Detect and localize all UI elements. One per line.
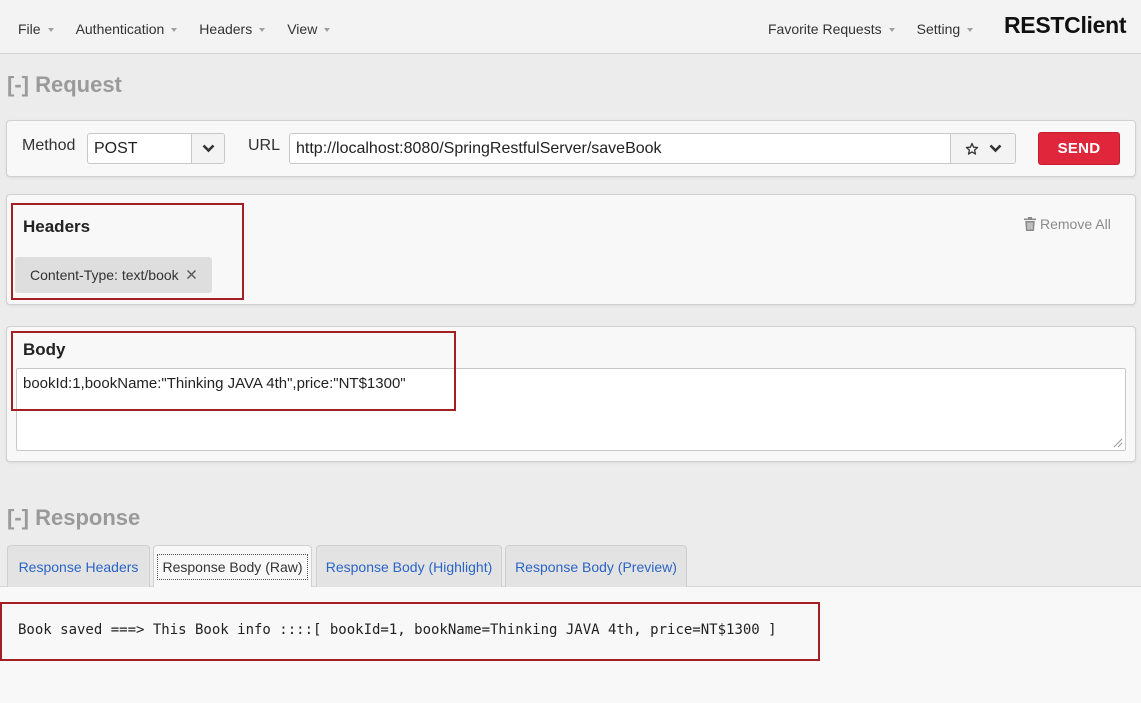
- tab-response-body-raw[interactable]: Response Body (Raw): [153, 545, 312, 587]
- menu-authentication-label: Authentication: [75, 21, 165, 37]
- trash-icon: [1024, 217, 1036, 231]
- url-label: URL: [248, 137, 281, 154]
- chevron-down-icon[interactable]: [191, 134, 224, 163]
- body-textarea[interactable]: bookId:1,bookName:"Thinking JAVA 4th",pr…: [16, 368, 1126, 451]
- tab-response-body-preview[interactable]: Response Body (Preview): [505, 545, 687, 587]
- caret-down-icon: [47, 27, 54, 32]
- remove-all-headers-button[interactable]: Remove All: [1024, 216, 1111, 232]
- close-icon[interactable]: [186, 267, 197, 283]
- headers-panel: Headers Content-Type: text/book Remove A…: [6, 194, 1136, 305]
- url-favorites-addon[interactable]: [950, 134, 1015, 163]
- menu-view-label: View: [287, 21, 318, 37]
- menu-setting-label: Setting: [916, 21, 961, 37]
- remove-all-label: Remove All: [1040, 216, 1111, 232]
- tab-response-body-preview-label: Response Body (Preview): [515, 558, 677, 575]
- url-input[interactable]: [290, 134, 950, 163]
- response-body-pane: Book saved ===> This Book info ::::[ boo…: [0, 587, 1141, 703]
- method-value: POST: [94, 140, 138, 157]
- url-input-group: [289, 133, 1016, 164]
- caret-down-icon: [324, 27, 331, 32]
- body-heading: Body: [23, 340, 66, 359]
- tab-response-body-highlight-label: Response Body (Highlight): [325, 558, 493, 575]
- menu-authentication[interactable]: Authentication: [65, 0, 189, 54]
- app-brand: RESTClient: [1004, 12, 1127, 38]
- caret-down-icon: [171, 27, 178, 32]
- tab-response-headers[interactable]: Response Headers: [7, 545, 150, 587]
- tab-response-body-raw-label: Response Body (Raw): [157, 553, 308, 580]
- menu-file-label: File: [18, 21, 41, 37]
- chevron-down-icon[interactable]: [989, 144, 1002, 153]
- menu-favorite-requests-label: Favorite Requests: [768, 21, 882, 37]
- request-section-toggle[interactable]: [-] Request: [7, 72, 122, 98]
- resize-grip-icon[interactable]: [1112, 437, 1123, 448]
- menu-favorite-requests[interactable]: Favorite Requests: [757, 0, 906, 54]
- header-chip: Content-Type: text/book: [15, 257, 212, 293]
- headers-heading: Headers: [23, 217, 91, 236]
- caret-down-icon: [888, 27, 895, 32]
- body-panel: Body bookId:1,bookName:"Thinking JAVA 4t…: [6, 326, 1136, 462]
- body-content: bookId:1,bookName:"Thinking JAVA 4th",pr…: [23, 375, 406, 392]
- menu-file[interactable]: File: [7, 0, 65, 54]
- response-body-text: Book saved ===> This Book info ::::[ boo…: [18, 622, 777, 638]
- caret-down-icon: [967, 27, 974, 32]
- send-button[interactable]: SEND: [1038, 132, 1120, 165]
- star-icon[interactable]: [965, 142, 979, 156]
- response-section-toggle[interactable]: [-] Response: [7, 505, 140, 531]
- tab-response-headers-label: Response Headers: [18, 558, 139, 575]
- main-menu: File Authentication Headers View: [7, 0, 341, 54]
- menu-view[interactable]: View: [276, 0, 341, 54]
- menu-setting[interactable]: Setting: [906, 0, 985, 54]
- top-menu-bar: File Authentication Headers View Favorit…: [0, 0, 1141, 54]
- right-menu: Favorite Requests Setting: [757, 0, 984, 54]
- request-bar: Method POST URL SEND: [6, 120, 1136, 177]
- method-select[interactable]: POST: [87, 133, 225, 164]
- caret-down-icon: [259, 27, 266, 32]
- header-chip-label: Content-Type: text/book: [30, 267, 179, 283]
- method-label: Method: [22, 137, 76, 154]
- menu-headers[interactable]: Headers: [188, 0, 276, 54]
- tab-response-body-highlight[interactable]: Response Body (Highlight): [316, 545, 502, 587]
- menu-headers-label: Headers: [199, 21, 253, 37]
